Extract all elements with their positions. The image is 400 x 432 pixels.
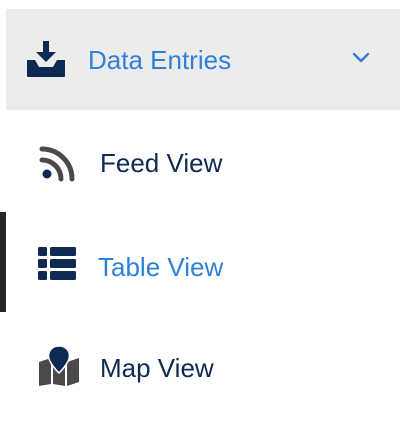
download-tray-icon <box>25 40 67 78</box>
feed-view-label: Feed View <box>100 148 223 178</box>
map-pin-icon <box>38 345 79 386</box>
chevron-down-icon[interactable] <box>351 51 371 65</box>
menu-item-map-view[interactable]: Map View <box>0 318 400 418</box>
data-entries-label: Data Entries <box>88 45 232 75</box>
table-view-label: Table View <box>98 252 224 282</box>
data-entries-group-header[interactable]: Data Entries <box>6 9 400 110</box>
side-menu: Data Entries Feed View Table View Map Vi… <box>0 0 400 432</box>
rss-feed-icon <box>38 143 78 183</box>
menu-item-feed-view[interactable]: Feed View <box>0 113 400 213</box>
map-view-label: Map View <box>100 353 214 383</box>
active-indicator-bar <box>0 212 6 312</box>
table-list-icon <box>38 247 78 287</box>
menu-item-table-view[interactable]: Table View <box>0 212 400 312</box>
